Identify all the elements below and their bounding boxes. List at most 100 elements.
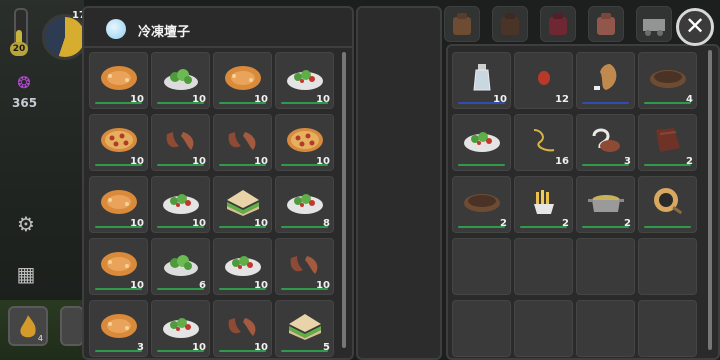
inventory-slot-16[interactable] [452, 300, 511, 357]
container-slot-8[interactable]: 10 [89, 176, 148, 233]
item-count: 2 [562, 218, 569, 229]
cart-icon [643, 19, 665, 36]
quick-slot-1[interactable]: 4 [8, 306, 48, 346]
roast-chicken-icon [100, 314, 137, 339]
jerky-icon [655, 128, 680, 153]
backpack-dark-icon [501, 13, 519, 35]
container-slot-17[interactable]: 10 [151, 300, 210, 357]
inventory-slot-12[interactable] [452, 238, 511, 295]
container-slot-6[interactable]: 10 [213, 114, 272, 171]
item-count: 10 [130, 156, 144, 167]
container-slot-19[interactable]: 5 [275, 300, 334, 357]
inventory-slot-3[interactable]: 4 [638, 52, 697, 109]
sanity-brain-icon: ❂ [17, 73, 31, 92]
freshness-bar [582, 164, 629, 166]
quick-slot-count: 4 [37, 334, 43, 343]
settings-gear-icon[interactable]: ⚙ [14, 212, 38, 236]
freshness-bar [157, 288, 204, 290]
container-slot-9[interactable]: 10 [151, 176, 210, 233]
roast-chicken-icon [100, 190, 137, 215]
container-slot-18[interactable]: 10 [213, 300, 272, 357]
tab-backpack-pink[interactable] [588, 6, 624, 42]
inventory-slot-6[interactable]: 3 [576, 114, 635, 171]
inventory-slot-17[interactable] [514, 300, 573, 357]
container-slot-7[interactable]: 10 [275, 114, 334, 171]
inventory-slot-10[interactable]: 2 [576, 176, 635, 233]
sausage-icon [228, 318, 255, 337]
map-icon[interactable]: ▦ [14, 262, 38, 286]
durability-bar [582, 102, 629, 104]
sausage-icon [290, 256, 317, 275]
container-slot-12[interactable]: 10 [89, 238, 148, 295]
inventory-scrollbar[interactable] [708, 50, 712, 350]
container-title: 冷凍壇子 [138, 25, 191, 40]
inventory-slot-7[interactable]: 2 [638, 114, 697, 171]
backpack-brown-icon [453, 13, 471, 35]
roast-chicken-icon [100, 66, 137, 91]
inventory-slot-1[interactable]: 12 [514, 52, 573, 109]
inventory-slot-14[interactable] [576, 238, 635, 295]
item-count: 10 [254, 342, 268, 353]
freshness-bar [458, 164, 505, 166]
pizza-icon [100, 128, 137, 153]
container-slot-14[interactable]: 10 [213, 238, 272, 295]
roast-chicken-icon [100, 252, 137, 277]
middle-divider-panel [356, 6, 442, 360]
item-count: 2 [624, 218, 631, 229]
freshness-bar [520, 226, 567, 228]
temperature-value: 20 [10, 42, 28, 56]
inventory-slot-8[interactable]: 2 [452, 176, 511, 233]
drumstick-icon [593, 64, 616, 91]
inventory-slot-13[interactable] [514, 238, 573, 295]
inventory-slot-9[interactable]: 2 [514, 176, 573, 233]
ice-jar-icon [106, 19, 126, 39]
container-slot-5[interactable]: 10 [151, 114, 210, 171]
inventory-slot-2[interactable] [576, 52, 635, 109]
inventory-slot-11[interactable] [638, 176, 697, 233]
container-slot-15[interactable]: 10 [275, 238, 334, 295]
inventory-slot-15[interactable] [638, 238, 697, 295]
pizza-icon [286, 128, 323, 153]
container-slot-16[interactable]: 3 [89, 300, 148, 357]
inventory-slot-19[interactable] [638, 300, 697, 357]
container-slot-10[interactable]: 10 [213, 176, 272, 233]
roast-chicken-icon [224, 66, 261, 91]
backpack-red-icon [549, 13, 567, 35]
item-count: 3 [624, 156, 631, 167]
sausage-icon [228, 132, 255, 151]
container-slot-2[interactable]: 10 [213, 52, 272, 109]
container-slot-3[interactable]: 10 [275, 52, 334, 109]
freshness-bar [644, 226, 691, 228]
item-count: 10 [130, 280, 144, 291]
tab-backpack-brown[interactable] [444, 6, 480, 42]
tab-backpack-red[interactable] [540, 6, 576, 42]
container-slot-11[interactable]: 8 [275, 176, 334, 233]
container-slot-4[interactable]: 10 [89, 114, 148, 171]
tab-backpack-dark[interactable] [492, 6, 528, 42]
salad-icon [163, 255, 198, 277]
inventory-slot-0[interactable]: 10 [452, 52, 511, 109]
salad-icon [163, 69, 198, 91]
container-slot-0[interactable]: 10 [89, 52, 148, 109]
close-button[interactable]: ✕ [676, 8, 714, 46]
item-count: 10 [192, 342, 206, 353]
sandwich-icon [288, 314, 321, 341]
inventory-slot-5[interactable]: 16 [514, 114, 573, 171]
item-count: 10 [316, 94, 330, 105]
freshness-bar [95, 350, 142, 352]
freshness-bar [582, 226, 629, 228]
quick-slot-2[interactable] [60, 306, 84, 346]
item-count: 10 [192, 218, 206, 229]
soup-pot-icon [587, 195, 624, 213]
container-slot-13[interactable]: 6 [151, 238, 210, 295]
tab-cart[interactable] [636, 6, 672, 42]
inventory-slot-18[interactable] [576, 300, 635, 357]
mystery-meat-icon [592, 128, 620, 153]
container-scrollbar[interactable] [342, 52, 346, 348]
inventory-slot-4[interactable] [452, 114, 511, 171]
container-slot-1[interactable]: 10 [151, 52, 210, 109]
item-count: 10 [192, 156, 206, 167]
fries-icon [533, 190, 554, 215]
item-count: 10 [254, 94, 268, 105]
salad-plate-icon [463, 132, 500, 153]
